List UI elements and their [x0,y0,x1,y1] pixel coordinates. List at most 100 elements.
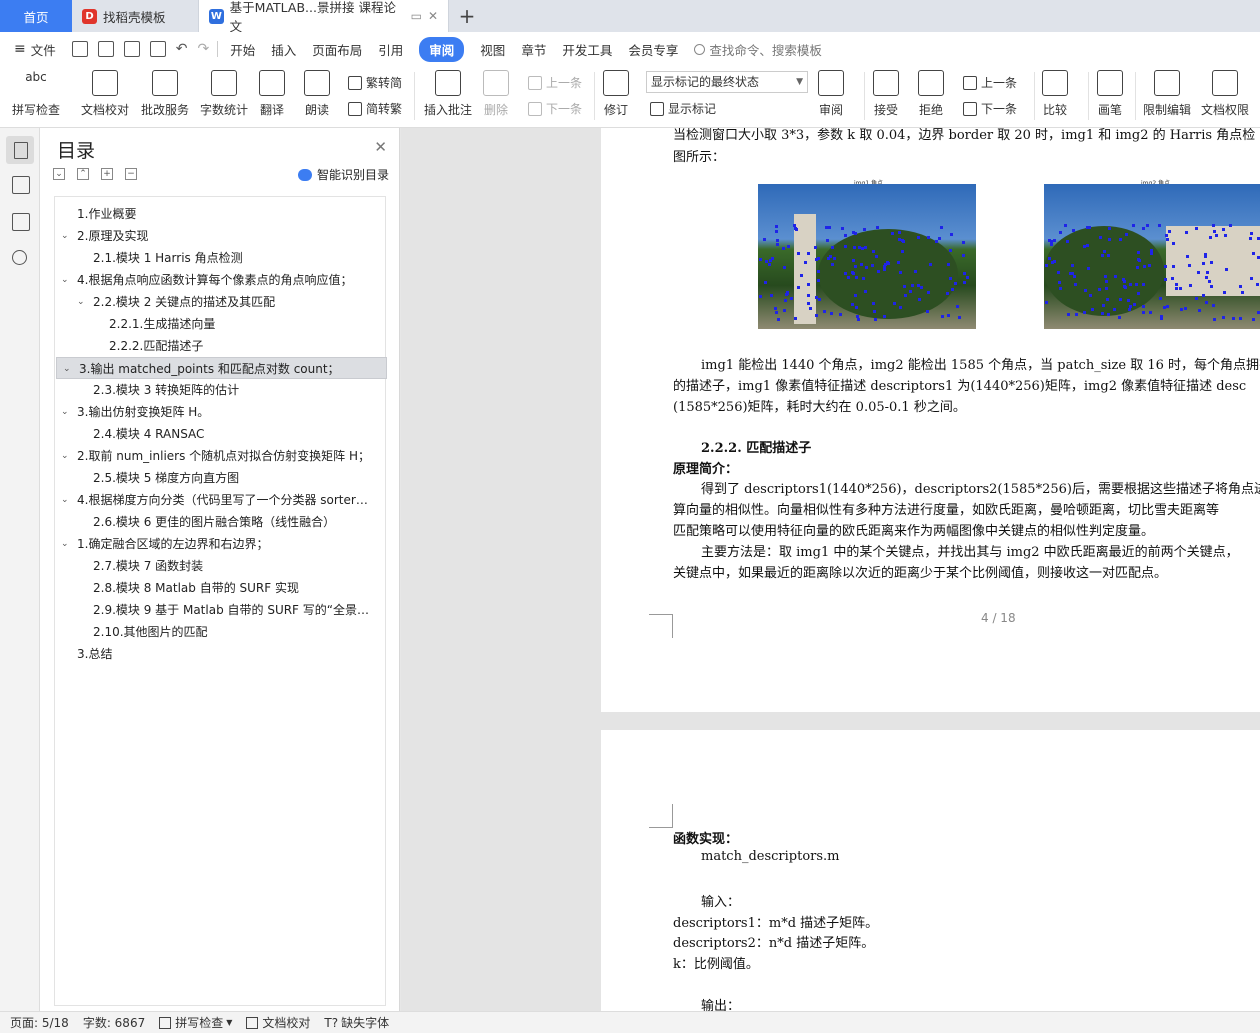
review-pane-button[interactable]: 审阅 [818,70,844,118]
toc-item[interactable]: 2.6.模块 6 更佳的图片融合策略（线性融合） [55,511,385,533]
doc-permission-button[interactable]: 文档权限 [1201,70,1249,118]
toc-item[interactable]: 2.1.模块 1 Harris 角点检测 [55,247,385,269]
tab-document-label: 基于MATLAB...景拼接 课程论文 [229,0,396,34]
chevron-down-icon[interactable]: ⌄ [61,445,69,467]
smart-toc-button[interactable]: 智能识别目录 [297,166,389,183]
toc-item[interactable]: 3.总结 [55,643,385,665]
file-menu[interactable]: ≡ 文件 [14,40,56,59]
toc-item[interactable]: ⌄ 2.原理及实现 [55,225,385,247]
revise-button[interactable]: 修订 [603,70,629,118]
doc-proof-status[interactable]: 文档校对 [246,1014,310,1031]
tab-docer-templates[interactable]: D 找稻壳模板 [72,0,199,32]
missing-font-status[interactable]: T? 缺失字体 [324,1014,389,1031]
translate-button[interactable]: 翻译 [259,70,285,118]
delete-comment-button[interactable]: 删除 [483,70,509,118]
remove-heading-icon[interactable]: − [125,168,137,180]
collapse-all-icon[interactable]: ⌄ [53,168,65,180]
search-icon[interactable] [12,250,27,265]
toc-item[interactable]: ⌄ 4.根据梯度方向分类（代码里写了一个分类器 sorter）... [55,489,385,511]
show-markup-button[interactable]: 显示标记 [650,100,716,117]
save-icon[interactable] [71,41,88,57]
menu-start[interactable]: 开始 [230,40,255,59]
tab-active-document[interactable]: W 基于MATLAB...景拼接 课程论文 ▭ ✕ [199,0,449,34]
toc-item[interactable]: ⌄ 3.输出仿射变换矩阵 H。 [55,401,385,423]
word-count-status[interactable]: 字数: 6867 [83,1014,145,1031]
chevron-down-icon[interactable]: ⌄ [61,533,69,555]
menu-review[interactable]: 审阅 [419,36,465,62]
print-icon[interactable] [123,41,140,57]
delete-comment-icon [483,70,509,96]
chevron-down-icon[interactable]: ⌄ [61,269,69,291]
expand-up-icon[interactable]: ⌃ [77,168,89,180]
markup-state-select[interactable]: 显示标记的最终状态 ▼ [646,71,808,93]
insert-comment-button[interactable]: 插入批注 [424,70,472,118]
menu-page-layout[interactable]: 页面布局 [312,40,362,59]
bookmark-icon[interactable] [12,213,30,231]
menu-separator [217,41,219,57]
document-page[interactable]: 函数实现： match_descriptors.m 输入： descriptor… [601,730,1260,1011]
toc-item[interactable]: 2.7.模块 7 函数封装 [55,555,385,577]
restrict-edit-button[interactable]: 限制编辑 [1143,70,1191,118]
batch-service-button[interactable]: 批改服务 [141,70,189,118]
undo-icon[interactable]: ↶ [176,41,188,57]
toc-item[interactable]: ⌄ 2.2.模块 2 关键点的描述及其匹配 [55,291,385,313]
toc-item[interactable]: ⌄ 1.确定融合区域的左边界和右边界； [55,533,385,555]
spell-check-button[interactable]: abc 拼写检查 [12,70,60,118]
accept-button[interactable]: 接受 [873,70,899,118]
menu-view[interactable]: 视图 [480,40,505,59]
menu-insert[interactable]: 插入 [271,40,296,59]
toc-item[interactable]: 2.5.模块 5 梯度方向直方图 [55,467,385,489]
toc-item[interactable]: ⌄ 2.取前 num_inliers 个随机点对拟合仿射变换矩阵 H； [55,445,385,467]
toc-item[interactable]: 2.3.模块 3 转换矩阵的估计 [55,379,385,401]
chevron-down-icon[interactable]: ⌄ [61,225,69,247]
document-page[interactable]: 当检测窗口大小取 3*3，参数 k 取 0.04，边界 border 取 20 … [601,128,1260,712]
chevron-down-icon[interactable]: ⌄ [63,358,71,378]
keypoint-marker [1195,227,1198,230]
print-preview-icon[interactable] [149,41,166,57]
menu-developer[interactable]: 开发工具 [562,40,612,59]
document-area[interactable]: 当检测窗口大小取 3*3，参数 k 取 0.04，边界 border 取 20 … [401,128,1260,1011]
toc-item[interactable]: 2.8.模块 8 Matlab 自带的 SURF 实现 [55,577,385,599]
keypoint-marker [765,260,768,263]
toc-item[interactable]: 2.10.其他图片的匹配 [55,621,385,643]
next-comment-button[interactable]: 下一条 [528,100,582,117]
toc-item[interactable]: 2.9.模块 9 基于 Matlab 自带的 SURF 写的“全景拼... [55,599,385,621]
toc-item[interactable]: 2.2.2.匹配描述子 [55,335,385,357]
page-indicator[interactable]: 页面: 5/18 [10,1014,69,1031]
tab-window-icon[interactable]: ▭ [411,9,422,23]
read-aloud-button[interactable]: 朗读 [304,70,330,118]
toc-item[interactable]: ⌄ 4.根据角点响应函数计算每个像素点的角点响应值； [55,269,385,291]
menu-chapter[interactable]: 章节 [521,40,546,59]
chapter-nav-icon[interactable] [12,176,30,194]
export-pdf-icon[interactable] [97,41,114,57]
toc-panel-icon[interactable] [6,136,34,164]
spell-check-status[interactable]: 拼写检查 ▼ [159,1014,232,1031]
chevron-down-icon[interactable]: ⌄ [61,401,69,423]
compare-button[interactable]: 比较 [1042,70,1068,118]
toc-item[interactable]: ⌄ 3.输出 matched_points 和匹配点对数 count； [56,357,387,379]
prev-comment-button[interactable]: 上一条 [528,74,582,91]
menu-member[interactable]: 会员专享 [628,40,678,59]
toc-item[interactable]: 2.4.模块 4 RANSAC [55,423,385,445]
tab-home[interactable]: 首页 [0,0,72,32]
command-search[interactable]: 查找命令、搜索模板 [694,40,822,59]
keypoint-marker [899,306,902,309]
chevron-down-icon[interactable]: ⌄ [61,489,69,511]
redo-icon[interactable]: ↷ [197,41,209,57]
prev-change-button[interactable]: 上一条 [963,74,1017,91]
next-change-button[interactable]: 下一条 [963,100,1017,117]
word-count-button[interactable]: 字数统计 [200,70,248,118]
tab-close-icon[interactable]: ✕ [428,9,438,23]
pen-button[interactable]: 画笔 [1097,70,1123,118]
toc-item[interactable]: 2.2.1.生成描述向量 [55,313,385,335]
to-traditional-button[interactable]: 简转繁 [348,100,402,117]
reject-button[interactable]: 拒绝 [918,70,944,118]
to-simplified-button[interactable]: 繁转简 [348,74,402,91]
toc-item[interactable]: 1.作业概要 [55,203,385,225]
menu-references[interactable]: 引用 [378,40,403,59]
new-tab-plus-icon[interactable]: + [449,0,485,32]
chevron-down-icon[interactable]: ⌄ [77,291,85,313]
close-icon[interactable]: ✕ [374,138,387,156]
doc-proof-button[interactable]: 文档校对 [81,70,129,118]
add-heading-icon[interactable]: + [101,168,113,180]
